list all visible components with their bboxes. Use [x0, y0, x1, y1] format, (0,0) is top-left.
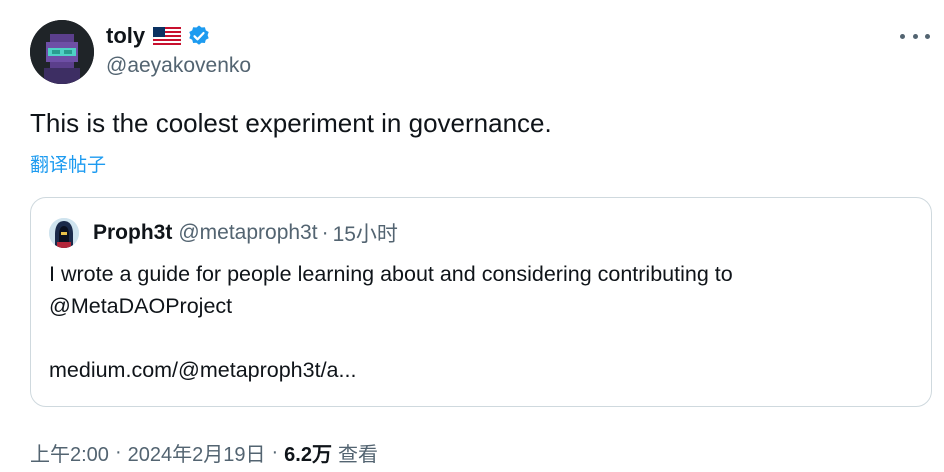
more-options-icon[interactable]	[900, 26, 930, 46]
quote-author-name[interactable]: Proph3t	[93, 221, 172, 245]
author-name[interactable]: toly	[106, 23, 145, 49]
hooded-figure-icon	[49, 218, 79, 248]
quote-author-handle[interactable]: @metaproph3t	[178, 221, 317, 245]
quote-text-line: I wrote a guide for people learning abou…	[49, 262, 733, 286]
views-count: 6.2万	[284, 444, 332, 466]
quote-link[interactable]: medium.com/@metaproph3t/a...	[49, 358, 356, 383]
quote-separator: ·	[321, 221, 329, 244]
quote-timestamp[interactable]: 15小时	[333, 218, 398, 248]
quote-mention[interactable]: @MetaDAOProject	[49, 294, 232, 319]
translate-post-link[interactable]: 翻译帖子	[30, 150, 106, 177]
dot	[900, 33, 905, 39]
dot	[925, 33, 930, 39]
author-handle[interactable]: @aeyakovenko	[106, 54, 251, 78]
us-flag-icon	[152, 26, 182, 46]
quote-meta-row: Proph3t @metaproph3t · 15小时	[93, 218, 398, 248]
views-label: 查看	[337, 444, 378, 466]
dot	[912, 33, 918, 39]
meta-separator: ·	[271, 441, 279, 463]
tweet-meta: 上午2:00 · 2024年2月19日 · 6.2万 查看	[30, 438, 378, 467]
author-avatar[interactable]	[30, 20, 94, 84]
tweet-date[interactable]: 2024年2月19日	[128, 438, 266, 467]
verified-badge-icon[interactable]	[187, 24, 211, 48]
meta-separator: ·	[114, 441, 122, 463]
quote-author-avatar	[49, 218, 79, 248]
tweet-text: This is the coolest experiment in govern…	[30, 108, 552, 138]
author-name-row: toly	[106, 22, 211, 50]
pixel-avatar-icon	[30, 20, 94, 84]
tweet-time[interactable]: 上午2:00	[30, 438, 109, 467]
quoted-tweet-card[interactable]: Proph3t @metaproph3t · 15小时 I wrote a gu…	[30, 197, 932, 407]
